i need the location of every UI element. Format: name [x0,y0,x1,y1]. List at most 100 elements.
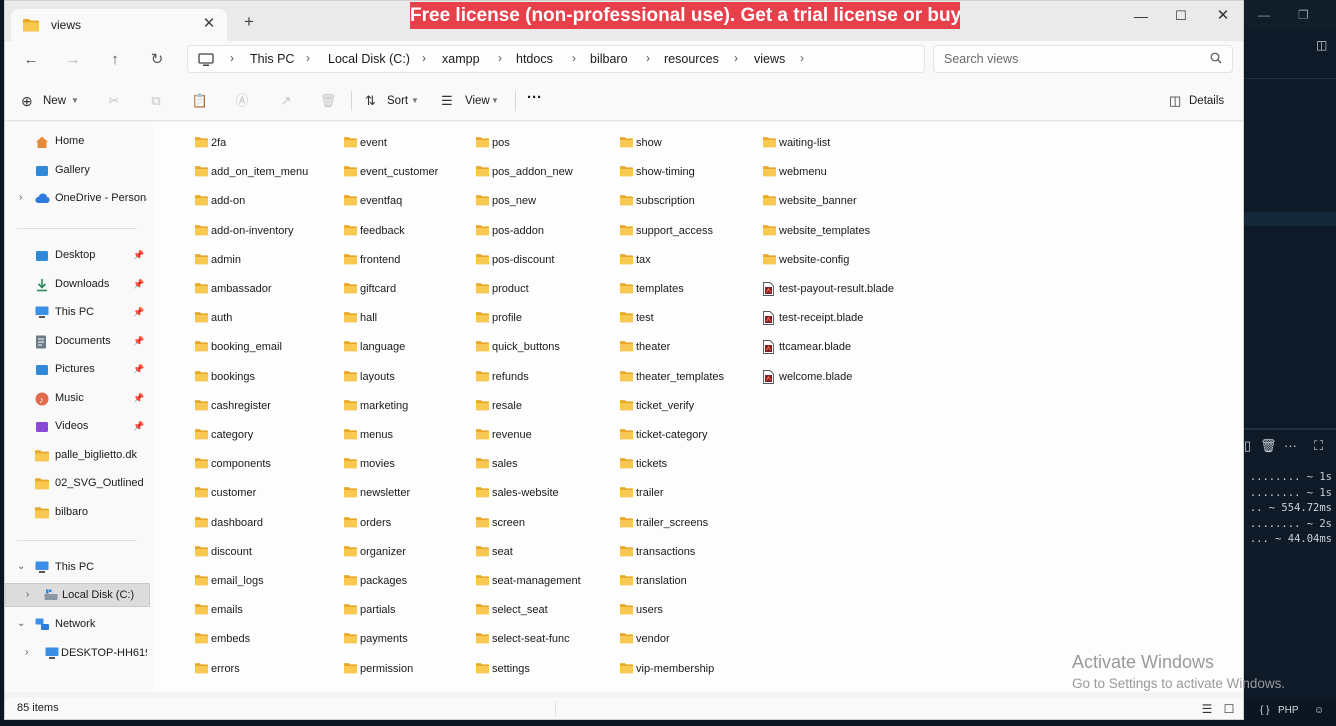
crumb-resources[interactable]: resources [664,52,719,66]
chevron-right-icon[interactable]: › [25,647,28,658]
terminal-line: ........ ~ 2s [1249,517,1332,530]
chevron-right-icon: › [572,51,576,65]
crumb-xampp[interactable]: xampp [442,52,480,66]
chevron-down-icon: ▼ [71,96,79,105]
copy-icon[interactable]: ⧉ [147,92,165,110]
nav-local-disk[interactable]: › Local Disk (C:) [5,583,150,607]
delete-icon[interactable]: 🗑 [319,92,337,110]
crumb-this-pc[interactable]: This PC [250,52,294,66]
folder-icon [476,166,489,177]
view-button[interactable]: View [465,91,490,111]
nav-quick-item[interactable]: This PC 📌 [5,301,150,325]
folder-icon [344,662,357,673]
folder-name: bookings [211,370,256,383]
pin-icon[interactable]: 📌 [133,364,144,375]
nav-quick-item[interactable]: Videos 📌 [5,415,150,439]
more-options-icon[interactable]: ··· [527,88,542,108]
nav-gallery[interactable]: Gallery [5,159,150,183]
folder-name: organizer [360,545,406,558]
details-button[interactable]: Details [1189,91,1224,111]
blade-file-icon [763,369,774,384]
background-editor: — ❐ ◫ ▯ 🗑 ··· ⛶ ........ ~ 1s ........ ~ … [1244,0,1336,726]
folder-icon [476,575,489,586]
more-icon[interactable]: ··· [1284,438,1297,453]
split-terminal-icon[interactable]: ▯ [1244,438,1251,454]
share-icon[interactable]: ↗ [277,92,295,110]
file-name: test-payout-result.blade [779,283,894,295]
crumb-bilbaro[interactable]: bilbaro [590,52,628,66]
new-button[interactable]: New [43,91,66,111]
minimize-icon: — [1258,8,1270,22]
trash-icon[interactable]: 🗑 [1260,438,1277,454]
back-icon[interactable]: ← [19,49,43,71]
up-icon[interactable]: ↑ [103,49,127,71]
nav-quick-item[interactable]: Desktop 📌 [5,244,150,268]
cut-icon[interactable]: ✂ [105,92,123,110]
details-view-icon[interactable]: ☰ [1199,701,1215,717]
new-tab-icon[interactable]: + [239,11,259,33]
nav-quick-item[interactable]: Documents 📌 [5,330,150,354]
sort-button[interactable]: Sort [387,91,408,111]
forward-icon[interactable]: → [61,49,85,71]
nav-quick-item[interactable]: palle_biglietto.dk [5,444,150,468]
pin-icon[interactable]: 📌 [133,307,144,318]
minimize-icon[interactable]: — [1121,5,1161,27]
pin-icon[interactable]: 📌 [133,250,144,261]
crumb-views[interactable]: views [754,52,785,66]
pin-icon[interactable]: 📌 [133,393,144,404]
tab-views[interactable]: views ✕ [11,9,227,41]
nav-quick-item[interactable]: Downloads 📌 [5,273,150,297]
nav-quick-item[interactable]: ♪ Music 📌 [5,387,150,411]
nav-onedrive[interactable]: › OneDrive - Persona [5,187,150,211]
maximize-panel-icon[interactable]: ⛶ [1314,438,1323,454]
crumb-htdocs[interactable]: htdocs [516,52,553,66]
nav-label: Local Disk (C:) [62,589,135,601]
folder-icon [344,312,357,323]
pin-icon[interactable]: 📌 [133,421,144,432]
tiles-view-icon[interactable]: ☐ [1221,701,1237,717]
nav-desktop-host[interactable]: › DESKTOP-HH619\ [5,642,150,666]
license-banner[interactable]: Free license (non-professional use). Get… [410,2,960,29]
chevron-right-icon[interactable]: › [19,192,22,203]
terminal-line: ........ ~ 1s [1249,486,1332,499]
gallery-icon [35,164,49,178]
search-input[interactable] [944,51,1194,67]
network-icon [35,618,49,632]
paste-icon[interactable]: 📋 [191,92,209,110]
chevron-down-icon[interactable]: ⌄ [17,618,25,629]
nav-home[interactable]: Home [5,130,150,154]
pin-icon[interactable]: 📌 [133,279,144,290]
nav-network[interactable]: ⌄ Network [5,613,150,637]
folder-icon [344,253,357,265]
close-window-icon[interactable]: ✕ [1203,5,1243,27]
breadcrumb[interactable]: › This PC › Local Disk (C:) › xampp › ht… [187,45,925,73]
rename-icon[interactable]: Ⓐ [233,92,251,110]
chevron-right-icon[interactable]: › [800,51,804,65]
search-box[interactable] [933,45,1233,73]
folder-icon [620,224,633,235]
folder-name: pos_new [492,195,537,208]
folder-icon [620,516,633,527]
refresh-icon[interactable]: ↻ [145,49,169,71]
folder-icon [476,429,489,440]
tab-title: views [51,18,82,32]
divider [555,701,556,717]
nav-this-pc[interactable]: ⌄ This PC [5,556,150,580]
chevron-down-icon[interactable]: ⌄ [17,561,25,572]
folder-icon [35,477,49,491]
pin-icon[interactable]: 📌 [133,336,144,347]
language-mode[interactable]: PHP [1278,705,1299,716]
close-tab-icon[interactable]: ✕ [199,14,219,34]
nav-quick-item[interactable]: bilbaro [5,501,150,525]
maximize-icon[interactable]: ☐ [1161,5,1201,27]
chevron-right-icon[interactable]: › [26,589,29,600]
nav-quick-item[interactable]: Pictures 📌 [5,358,150,382]
folder-name: dashboard [211,516,263,529]
nav-quick-item[interactable]: 02_SVG_Outlined [5,472,150,496]
folder-icon [195,370,208,381]
crumb-local-disk[interactable]: Local Disk (C:) [328,52,410,66]
copilot-icon[interactable]: ☺ [1314,705,1324,716]
folder-icon [344,516,357,527]
folder-name: profile [492,312,522,325]
folder-icon [476,516,489,527]
